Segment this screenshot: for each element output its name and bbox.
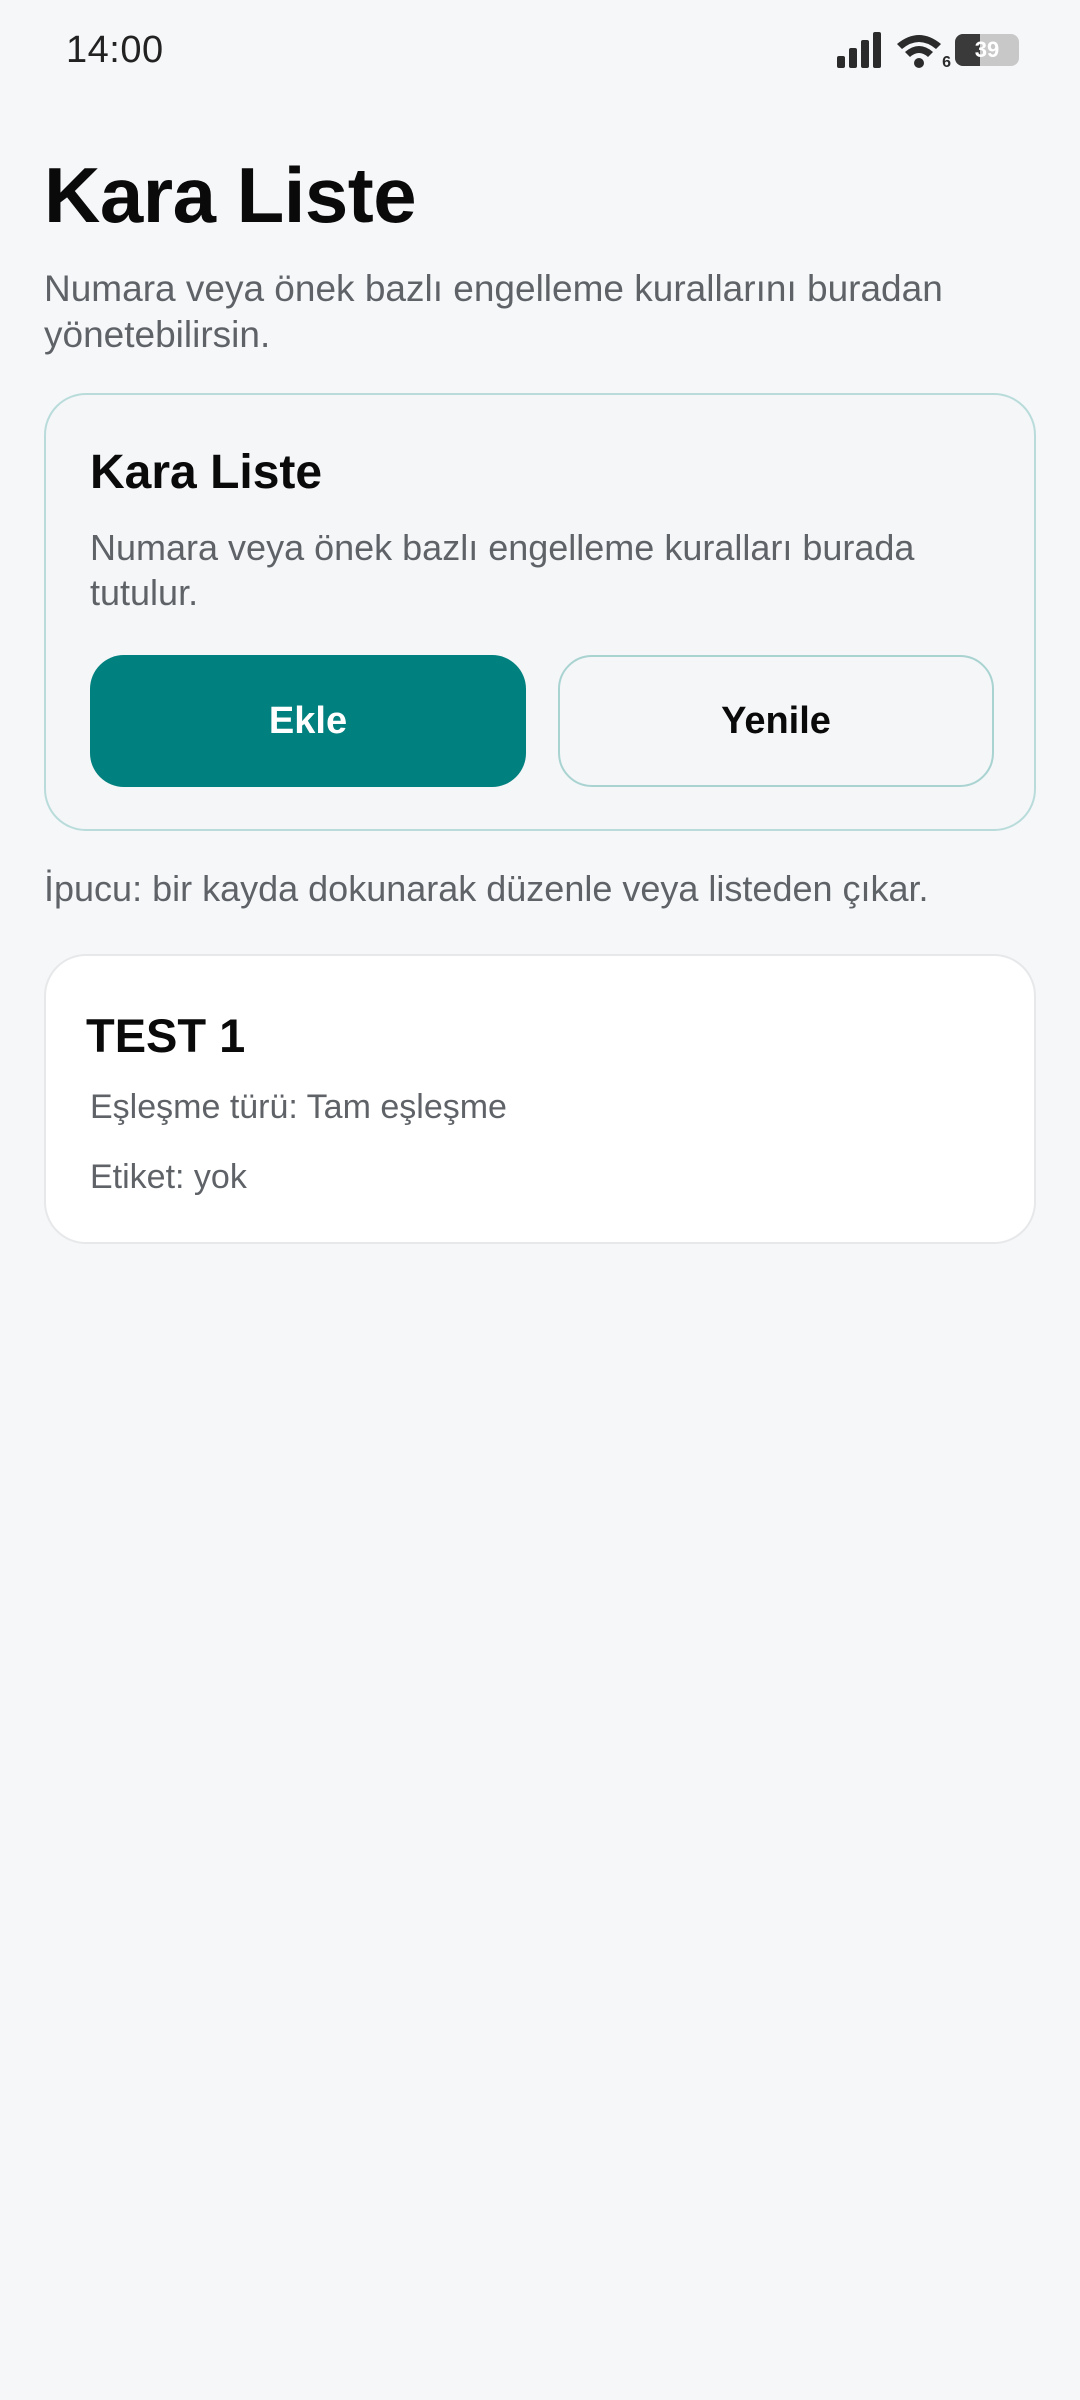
entry-tag: Etiket: yok [90, 1158, 247, 1196]
add-button[interactable]: Ekle [90, 655, 526, 787]
action-card: Kara Liste Numara veya önek bazlı engell… [44, 393, 1036, 831]
page-title: Kara Liste [44, 151, 417, 239]
status-icons: 6 39 [837, 32, 1019, 71]
hint-text: İpucu: bir kayda dokunarak düzenle veya … [44, 868, 929, 909]
entry-name: TEST 1 [86, 1009, 246, 1062]
battery-icon: 39 [955, 34, 1019, 66]
card-title: Kara Liste [90, 446, 323, 499]
entry-match-type: Eşleşme türü: Tam eşleşme [90, 1088, 507, 1126]
blacklist-screen: 14:00 6 39 Kara Liste Numara veya önek b… [0, 0, 1080, 2400]
battery-wrapper: 39 [955, 34, 1019, 66]
status-time: 14:00 [66, 28, 164, 71]
page-subtitle: Numara veya önek bazlı engelleme kuralla… [44, 268, 943, 355]
wifi-icon: 6 [895, 32, 951, 71]
status-bar: 14:00 6 39 [0, 0, 1080, 100]
battery-level: 39 [974, 37, 1000, 62]
refresh-button[interactable]: Yenile [558, 655, 994, 787]
signal-icon [837, 32, 883, 68]
list-item[interactable]: TEST 1 Eşleşme türü: Tam eşleşme Etiket:… [44, 954, 1036, 1244]
card-description: Numara veya önek bazlı engelleme kuralla… [90, 527, 915, 613]
wifi-badge: 6 [942, 54, 951, 71]
